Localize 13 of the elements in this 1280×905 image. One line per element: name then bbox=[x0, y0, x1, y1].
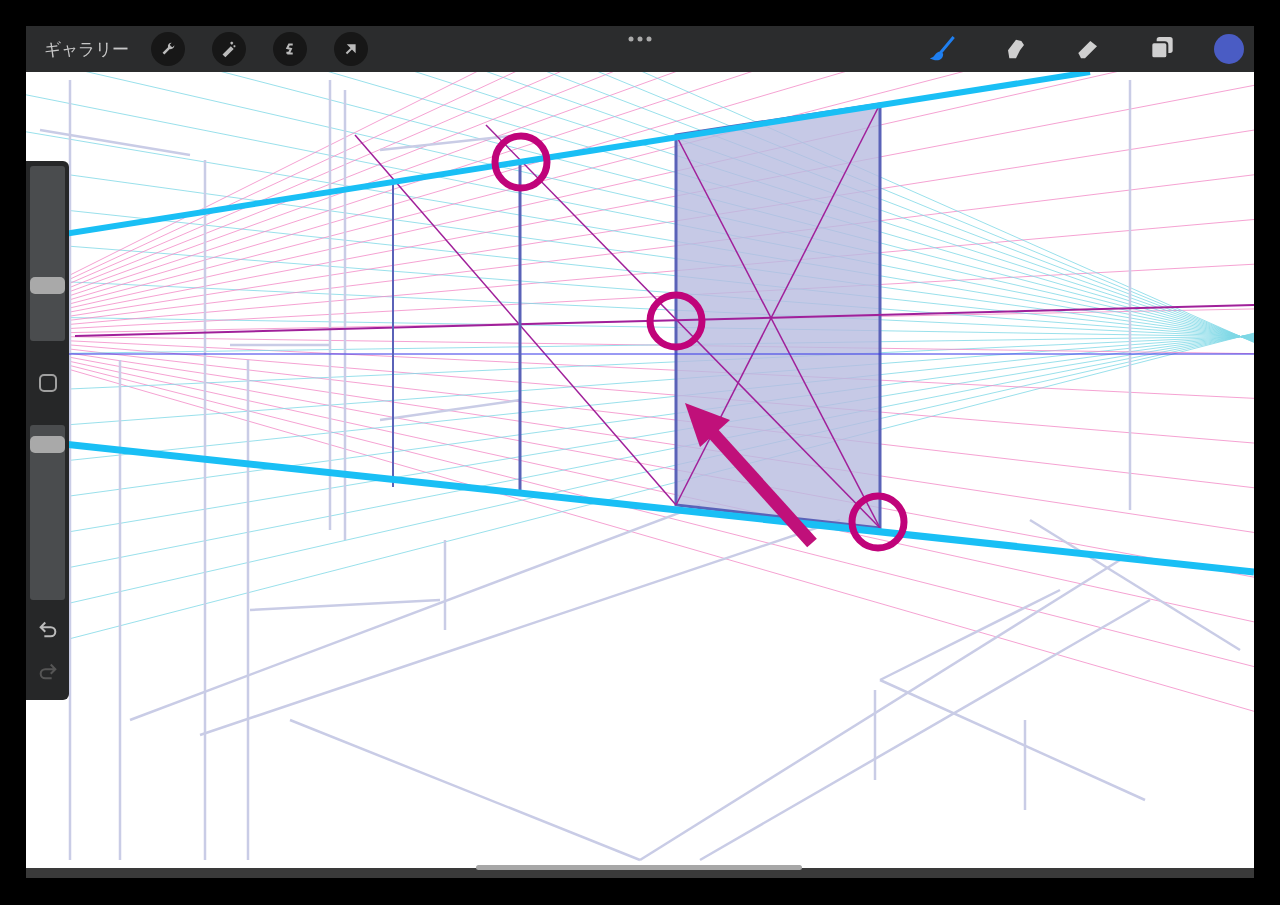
more-icon[interactable] bbox=[628, 36, 652, 42]
slider-thumb[interactable] bbox=[30, 436, 65, 454]
wand-icon[interactable] bbox=[212, 32, 246, 66]
color-swatch[interactable] bbox=[1214, 34, 1244, 64]
modify-button[interactable] bbox=[38, 374, 57, 392]
highlight-circle bbox=[646, 291, 706, 351]
highlight-circle bbox=[491, 132, 551, 192]
wrench-icon[interactable] bbox=[151, 32, 185, 66]
transform-icon[interactable] bbox=[334, 32, 368, 66]
gallery-button[interactable]: ギャラリー bbox=[44, 37, 129, 61]
selection-icon[interactable] bbox=[273, 32, 307, 66]
highlight-circle bbox=[848, 492, 908, 552]
slider-thumb[interactable] bbox=[30, 276, 65, 294]
